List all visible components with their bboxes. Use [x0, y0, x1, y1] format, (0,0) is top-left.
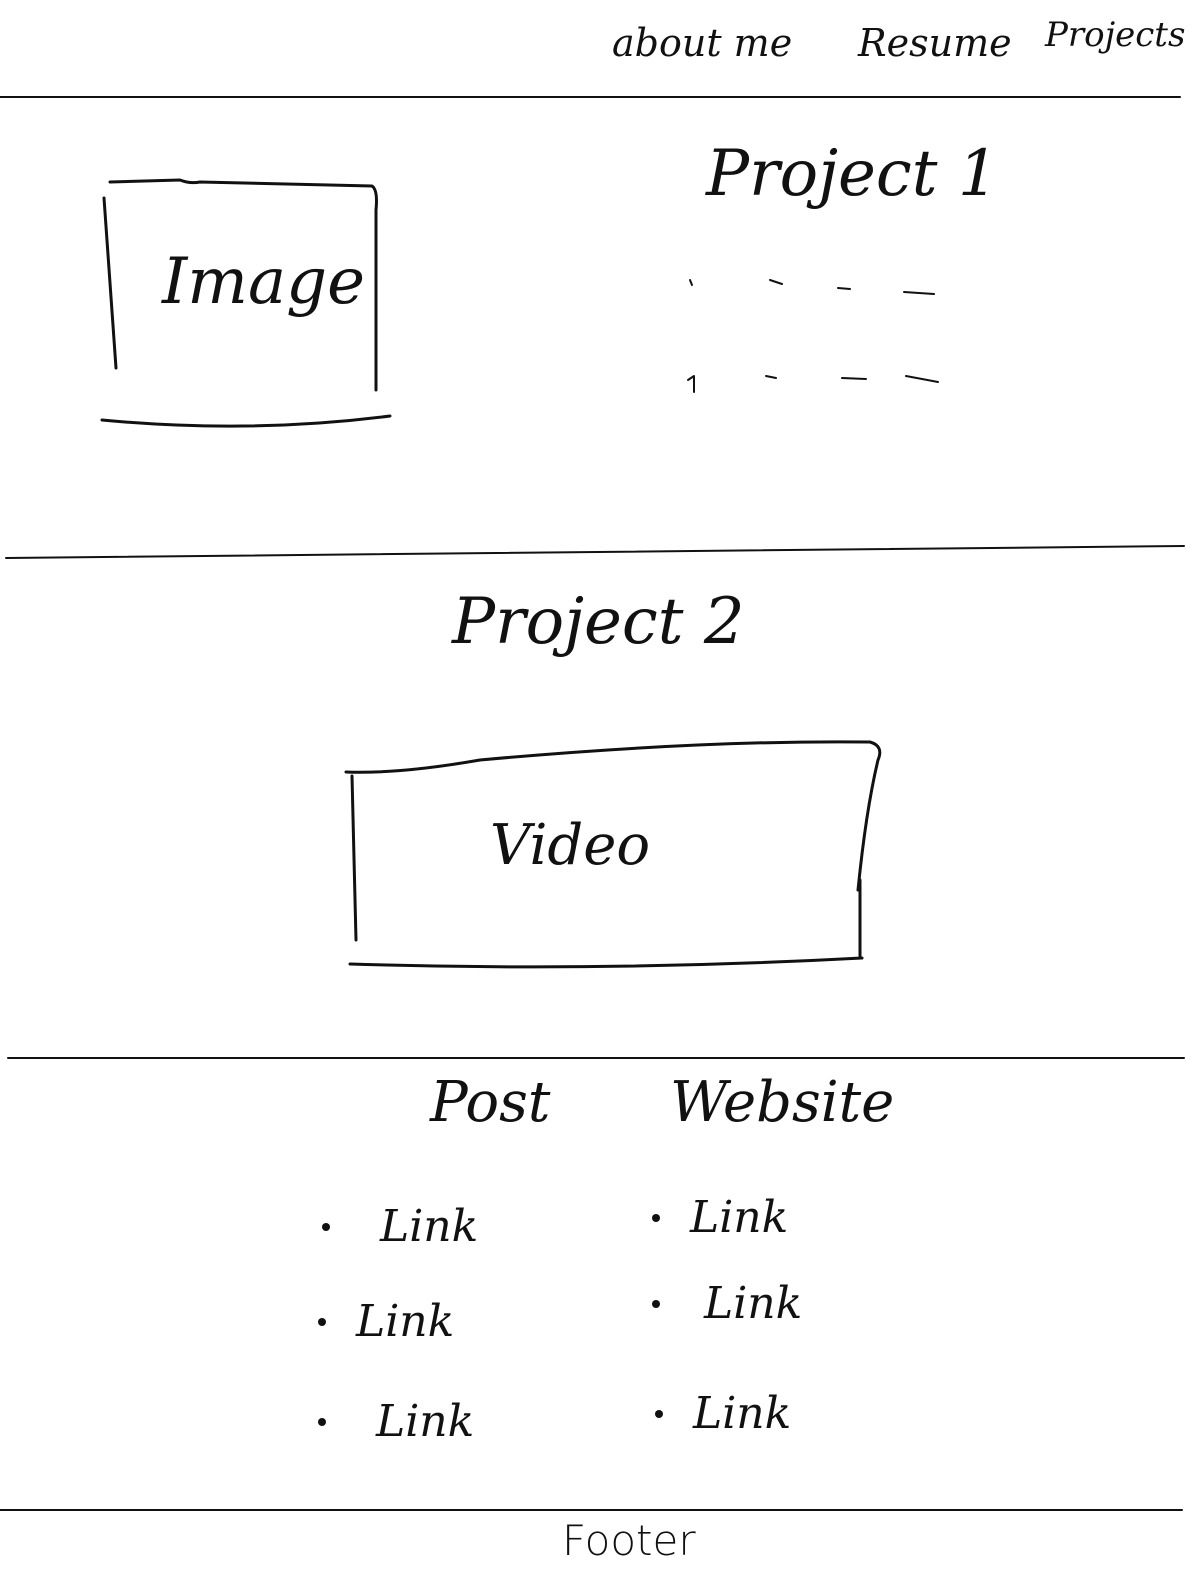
post-link[interactable]: Link: [380, 1205, 478, 1249]
bullet-icon: [318, 1418, 326, 1426]
video-placeholder-label[interactable]: Video: [490, 818, 650, 874]
post-link[interactable]: Link: [356, 1300, 454, 1344]
website-link[interactable]: Link: [704, 1282, 802, 1326]
website-link-item[interactable]: Link: [652, 1196, 788, 1240]
wireframe-sketch: [0, 96, 1185, 1511]
website-link-item[interactable]: Link: [655, 1392, 791, 1436]
post-column-title: Post: [430, 1070, 551, 1135]
project2-title: Project 2: [452, 585, 745, 659]
project1-title: Project 1: [706, 137, 999, 211]
post-link[interactable]: Link: [376, 1400, 474, 1444]
website-link[interactable]: Link: [693, 1392, 791, 1436]
bullet-icon: [318, 1318, 326, 1326]
footer-text: Footer: [562, 1516, 696, 1565]
bullet-icon: [655, 1410, 663, 1418]
bullet-icon: [652, 1214, 660, 1222]
section-divider-1: [5, 545, 1185, 559]
nav-link-about-me[interactable]: about me: [612, 24, 792, 62]
post-link-item[interactable]: Link: [318, 1300, 454, 1344]
post-link-item[interactable]: Link: [318, 1400, 474, 1444]
website-column-title: Website: [670, 1070, 895, 1135]
nav-link-projects[interactable]: Projects: [1045, 18, 1185, 52]
image-placeholder-label: Image: [162, 245, 365, 319]
project1-description-lines: [687, 279, 939, 393]
nav-link-resume[interactable]: Resume: [858, 24, 1012, 62]
post-link-item[interactable]: Link: [322, 1205, 478, 1249]
website-link[interactable]: Link: [690, 1196, 788, 1240]
bullet-icon: [652, 1300, 660, 1308]
bullet-icon: [322, 1223, 330, 1231]
website-link-item[interactable]: Link: [652, 1282, 802, 1326]
